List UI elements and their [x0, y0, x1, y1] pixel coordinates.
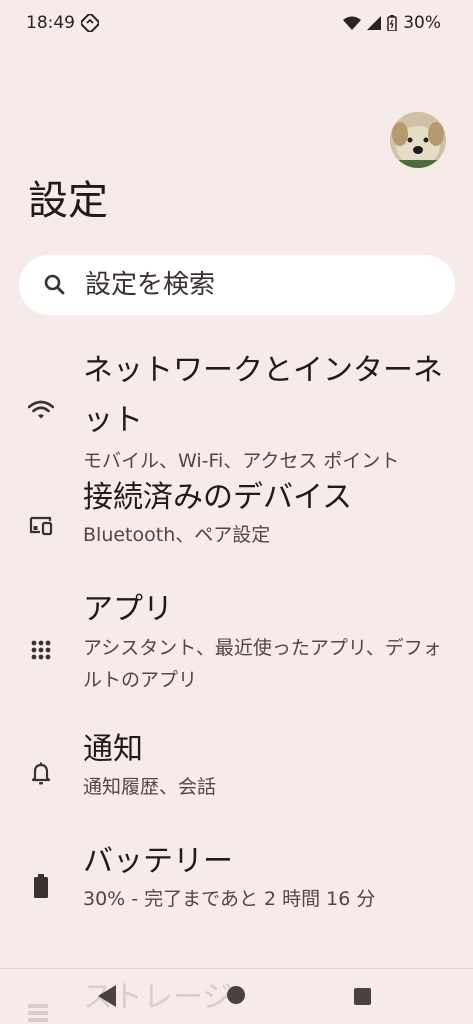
- bell-icon: [27, 760, 55, 788]
- page-title: 設定: [28, 178, 108, 224]
- list-item-network[interactable]: ネットワークとインターネット モバイル、Wi-Fi、アクセス ポイント: [0, 346, 473, 472]
- recents-icon[interactable]: [354, 988, 371, 1005]
- avatar[interactable]: [390, 112, 446, 168]
- wifi-icon: [27, 396, 55, 424]
- item-title: 接続済みのデバイス: [83, 480, 353, 515]
- settings-list: ネットワークとインターネット モバイル、Wi-Fi、アクセス ポイント 接続済み…: [0, 346, 473, 942]
- back-icon[interactable]: [98, 985, 116, 1007]
- item-title: バッテリー: [83, 844, 233, 879]
- item-summary: アシスタント、最近使ったアプリ、デフォルトのアプリ: [83, 637, 442, 691]
- storage-icon: [28, 1004, 48, 1022]
- battery-icon: [27, 872, 55, 900]
- sync-icon: [81, 14, 99, 32]
- item-summary: 30% - 完了まであと 2 時間 16 分: [83, 888, 376, 910]
- item-summary: Bluetooth、ペア設定: [83, 524, 271, 546]
- list-item-apps[interactable]: アプリ アシスタント、最近使ったアプリ、デフォルトのアプリ: [0, 578, 473, 718]
- status-time: 18:49: [26, 13, 75, 33]
- search-bar[interactable]: [19, 255, 455, 315]
- item-title: 通知: [83, 732, 143, 767]
- battery-percent: 30%: [403, 13, 441, 33]
- home-icon[interactable]: [227, 986, 245, 1004]
- cell-signal-icon: [367, 16, 382, 30]
- wifi-signal-icon: [343, 16, 362, 30]
- item-title: ネットワークとインターネット: [83, 353, 443, 438]
- item-summary: 通知履歴、会話: [83, 776, 217, 798]
- item-title: アプリ: [83, 592, 173, 627]
- battery-status-icon: [387, 15, 397, 31]
- list-item-battery[interactable]: バッテリー 30% - 完了まであと 2 時間 16 分: [0, 830, 473, 942]
- apps-grid-icon: [27, 636, 55, 664]
- status-right: 30%: [343, 13, 441, 33]
- search-input[interactable]: [85, 270, 415, 300]
- status-bar: 18:49 30%: [0, 0, 473, 46]
- status-left: 18:49: [26, 13, 99, 33]
- dog-avatar-icon: [390, 112, 446, 168]
- list-item-notifications[interactable]: 通知 通知履歴、会話: [0, 718, 473, 830]
- search-icon: [44, 274, 65, 295]
- devices-icon: [27, 512, 55, 540]
- list-item-connected-devices[interactable]: 接続済みのデバイス Bluetooth、ペア設定: [0, 466, 473, 578]
